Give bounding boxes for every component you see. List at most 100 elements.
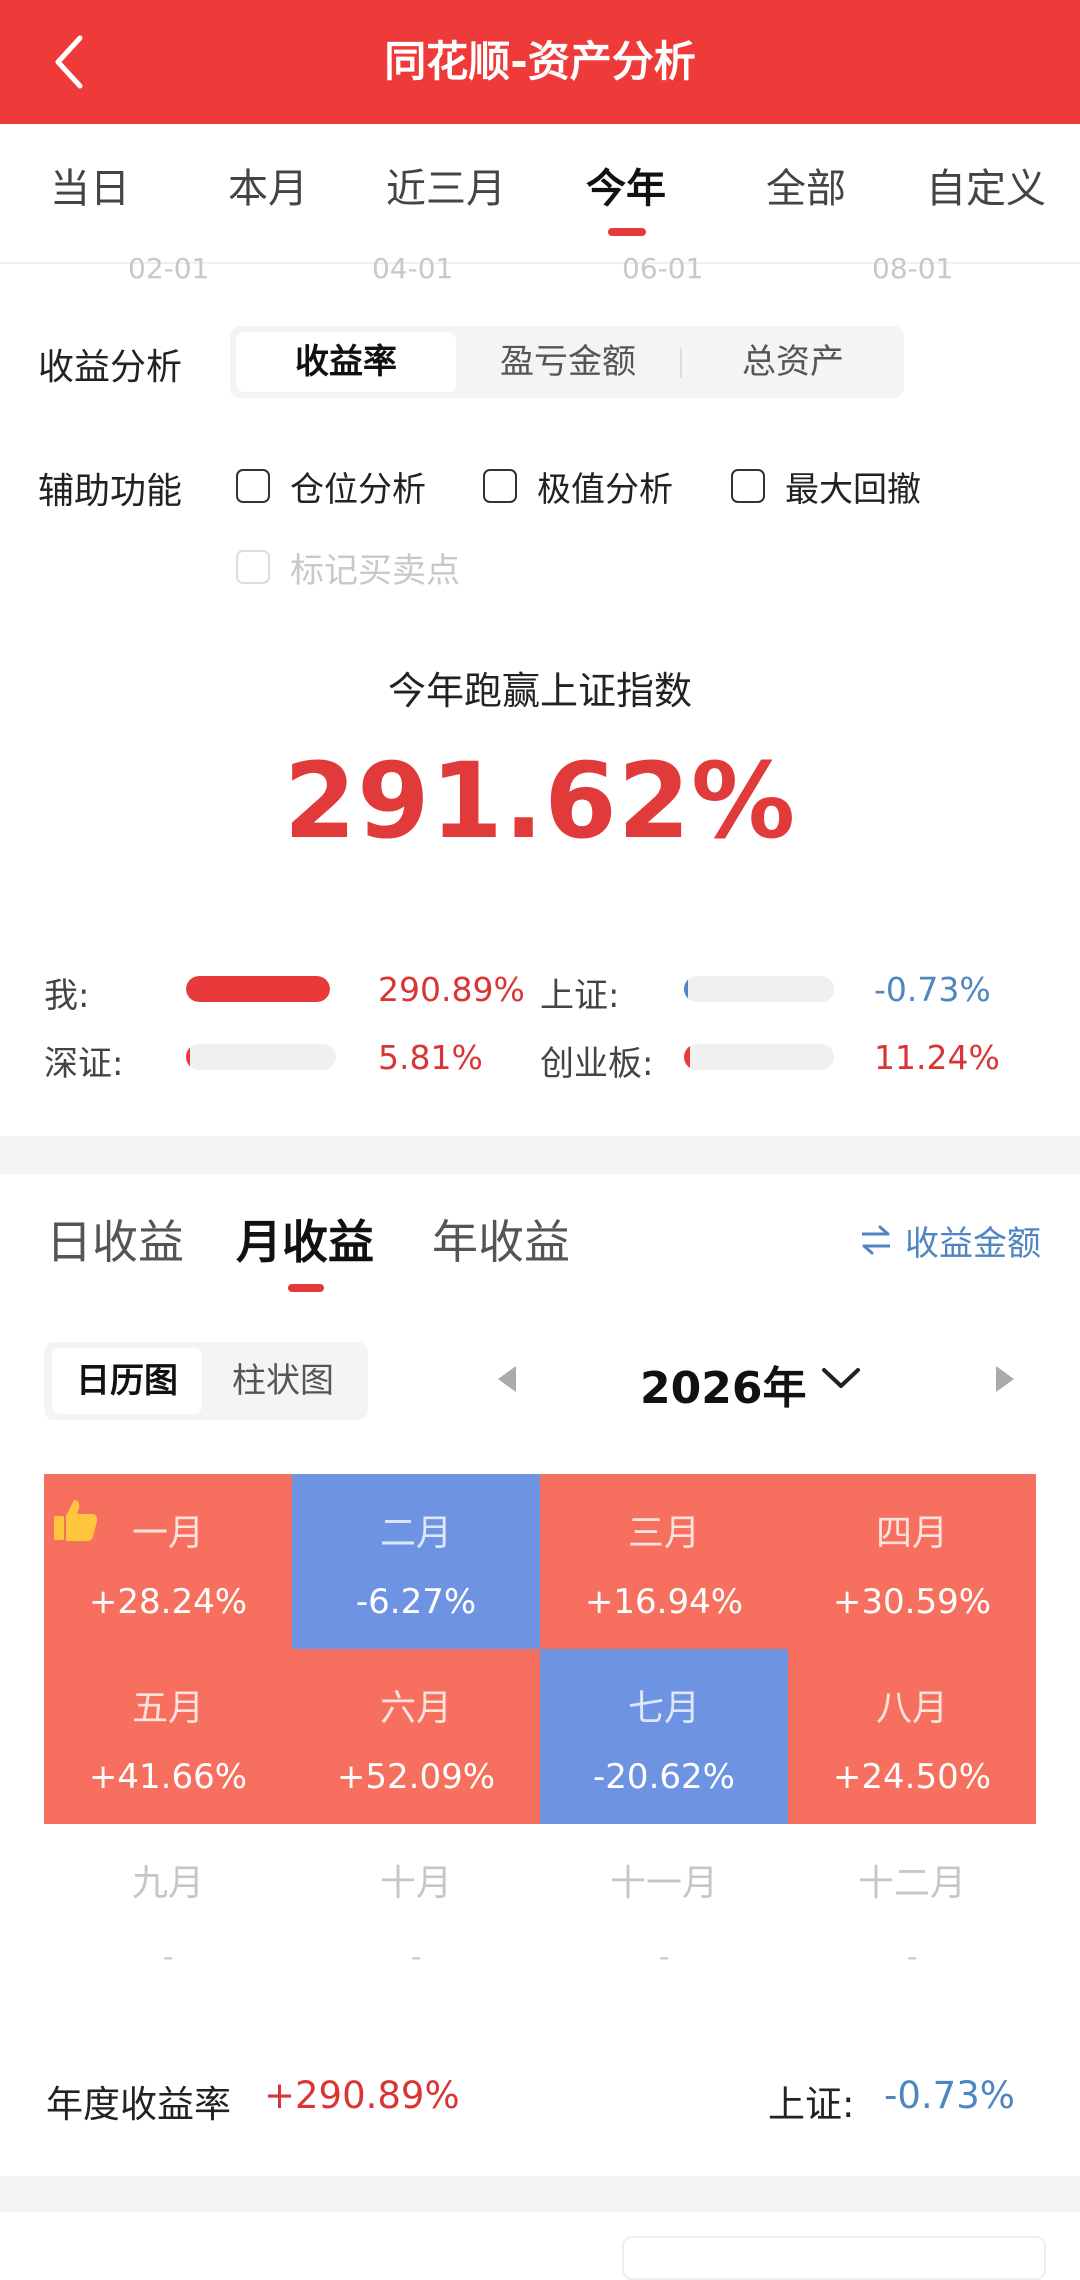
- axis-tick: 08-01: [872, 252, 954, 285]
- compare-value-cyb: 11.24%: [874, 1038, 1000, 1077]
- month-return: -: [906, 1940, 918, 1973]
- month-return: +24.50%: [832, 1757, 992, 1797]
- month-return: -: [658, 1940, 670, 1973]
- compare-value-sh: -0.73%: [874, 970, 991, 1009]
- month-return: -20.62%: [593, 1757, 735, 1797]
- tab-monthly-return[interactable]: 月收益: [236, 1206, 374, 1272]
- sh-index-label: 上证:: [768, 2083, 855, 2126]
- tab-all[interactable]: 全部: [716, 124, 896, 262]
- month-return: -6.27%: [355, 1582, 477, 1622]
- position-analysis-label: 仓位分析: [290, 470, 426, 510]
- compare-bar-fill: [186, 976, 330, 1002]
- month-name: 八月: [875, 1688, 948, 1729]
- month-name: 六月: [379, 1688, 452, 1729]
- tab-today[interactable]: 当日: [0, 124, 180, 262]
- month-name: 九月: [131, 1863, 204, 1904]
- month-name: 三月: [627, 1513, 700, 1554]
- month-cell: 十二月 -: [788, 1824, 1036, 1999]
- max-drawdown-label: 最大回撤: [785, 470, 921, 510]
- beat-index-value: 291.62%: [283, 740, 797, 862]
- chevron-down-icon[interactable]: [818, 1358, 864, 1398]
- mark-trades-label: 标记买卖点: [290, 551, 460, 591]
- month-cell[interactable]: 八月 +24.50%: [788, 1649, 1036, 1824]
- month-name: 十月: [379, 1863, 452, 1904]
- beat-index-label: 今年跑赢上证指数: [387, 669, 692, 713]
- profit-analysis-label: 收益分析: [38, 347, 183, 388]
- month-name: 二月: [379, 1513, 452, 1554]
- profit-analysis-segmented: 收益率 盈亏金额 总资产: [230, 326, 904, 398]
- extreme-analysis-checkbox[interactable]: [483, 469, 517, 503]
- page-title: 同花顺-资产分析: [384, 37, 696, 86]
- prev-year-arrow-icon[interactable]: [498, 1366, 516, 1392]
- compare-value-sz: 5.81%: [378, 1038, 483, 1077]
- annual-return-value: +290.89%: [264, 2074, 460, 2117]
- month-name: 十二月: [857, 1863, 966, 1904]
- month-cell: 十月 -: [292, 1824, 540, 1999]
- month-cell[interactable]: 六月 +52.09%: [292, 1649, 540, 1824]
- toggle-amount-link[interactable]: 收益金额: [905, 1216, 1041, 1265]
- view-toggle: 日历图 柱状图: [44, 1342, 368, 1420]
- return-tab-indicator: [288, 1284, 324, 1292]
- tab-this-month[interactable]: 本月: [178, 124, 358, 262]
- month-return: -: [162, 1940, 174, 1973]
- compare-bar-fill: [684, 1044, 690, 1070]
- next-card: [622, 2236, 1046, 2280]
- mark-trades-checkbox: [236, 550, 270, 584]
- compare-label-me: 我:: [44, 976, 90, 1016]
- max-drawdown-checkbox[interactable]: [731, 469, 765, 503]
- sh-index-value: -0.73%: [884, 2074, 1015, 2117]
- month-name: 十一月: [609, 1863, 718, 1904]
- month-cell[interactable]: 三月 +16.94%: [540, 1474, 788, 1649]
- tab-yearly-return[interactable]: 年收益: [432, 1206, 570, 1272]
- month-return: +41.66%: [88, 1757, 248, 1797]
- swap-icon[interactable]: [858, 1222, 894, 1258]
- period-tabs: 当日 本月 近三月 今年 全部 自定义: [0, 124, 1080, 264]
- compare-bar-me: [186, 976, 330, 1002]
- section-divider: [0, 2176, 1080, 2212]
- tab-this-year[interactable]: 今年: [536, 124, 716, 262]
- option-calendar-view[interactable]: 日历图: [52, 1348, 202, 1414]
- next-year-arrow-icon[interactable]: [996, 1366, 1014, 1392]
- axis-tick: 06-01: [622, 252, 704, 285]
- active-tab-indicator: [608, 228, 646, 236]
- month-return: +16.94%: [584, 1582, 744, 1622]
- extreme-analysis-label: 极值分析: [537, 470, 673, 510]
- month-name: 四月: [875, 1513, 948, 1554]
- compare-label-sh: 上证:: [540, 976, 620, 1016]
- month-return: +30.59%: [832, 1582, 992, 1622]
- month-cell[interactable]: 二月 -6.27%: [292, 1474, 540, 1649]
- option-pnl-amount[interactable]: 盈亏金额: [456, 326, 680, 398]
- axis-tick: 04-01: [372, 252, 454, 285]
- compare-label-cyb: 创业板:: [540, 1044, 654, 1084]
- tab-three-months[interactable]: 近三月: [356, 124, 536, 262]
- year-selector[interactable]: 2026年: [640, 1352, 806, 1416]
- tab-daily-return[interactable]: 日收益: [46, 1206, 184, 1272]
- month-return: -: [410, 1940, 422, 1973]
- month-cell[interactable]: 七月 -20.62%: [540, 1649, 788, 1824]
- compare-value-me: 290.89%: [378, 970, 525, 1009]
- month-cell[interactable]: 五月 +41.66%: [44, 1649, 292, 1824]
- section-divider: [0, 1136, 1080, 1174]
- month-return: +52.09%: [336, 1757, 496, 1797]
- tab-custom[interactable]: 自定义: [896, 124, 1076, 262]
- month-cell: 九月 -: [44, 1824, 292, 1999]
- compare-bar-cyb: [684, 1044, 834, 1070]
- position-analysis-checkbox[interactable]: [236, 469, 270, 503]
- option-return-rate[interactable]: 收益率: [236, 332, 456, 392]
- thumbs-up-icon: [54, 1500, 98, 1541]
- month-name: 五月: [131, 1688, 204, 1729]
- aux-function-label: 辅助功能: [38, 471, 183, 512]
- month-cell[interactable]: 四月 +30.59%: [788, 1474, 1036, 1649]
- axis-tick: 02-01: [128, 252, 210, 285]
- compare-label-sz: 深证:: [44, 1044, 124, 1084]
- annual-return-label: 年度收益率: [46, 2083, 231, 2126]
- option-bar-view[interactable]: 柱状图: [208, 1342, 358, 1420]
- compare-bar-sh: [684, 976, 834, 1002]
- compare-bar-sz: [186, 1044, 336, 1070]
- month-cell: 十一月 -: [540, 1824, 788, 1999]
- option-total-assets[interactable]: 总资产: [682, 326, 904, 398]
- compare-bar-fill: [684, 976, 688, 1002]
- compare-bar-fill: [186, 1044, 190, 1070]
- month-return: +28.24%: [88, 1582, 248, 1622]
- month-name: 七月: [627, 1688, 700, 1729]
